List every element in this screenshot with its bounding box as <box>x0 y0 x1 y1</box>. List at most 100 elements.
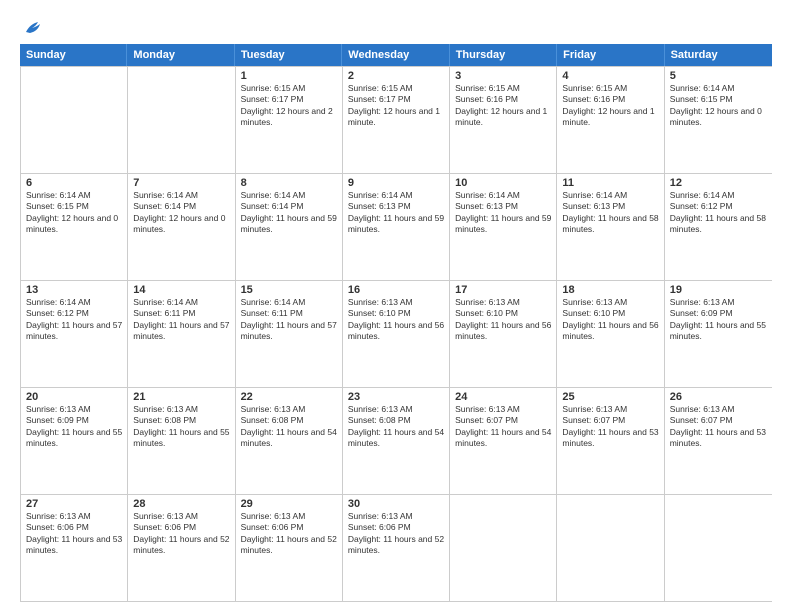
day-number: 24 <box>455 391 551 403</box>
calendar-row: 1Sunrise: 6:15 AMSunset: 6:17 PMDaylight… <box>21 66 772 173</box>
calendar-cell: 9Sunrise: 6:14 AMSunset: 6:13 PMDaylight… <box>343 174 450 280</box>
sunset-text: Sunset: 6:17 PM <box>241 94 337 105</box>
day-number: 8 <box>241 177 337 189</box>
daylight-text: Daylight: 11 hours and 56 minutes. <box>348 320 444 343</box>
sunrise-text: Sunrise: 6:13 AM <box>26 511 122 522</box>
sunrise-text: Sunrise: 6:13 AM <box>562 404 658 415</box>
sunset-text: Sunset: 6:17 PM <box>348 94 444 105</box>
calendar-cell <box>21 67 128 173</box>
day-number: 19 <box>670 284 767 296</box>
calendar-cell: 19Sunrise: 6:13 AMSunset: 6:09 PMDayligh… <box>665 281 772 387</box>
sunrise-text: Sunrise: 6:13 AM <box>348 297 444 308</box>
daylight-text: Daylight: 11 hours and 53 minutes. <box>26 534 122 557</box>
sunset-text: Sunset: 6:06 PM <box>241 522 337 533</box>
calendar-cell: 6Sunrise: 6:14 AMSunset: 6:15 PMDaylight… <box>21 174 128 280</box>
sunset-text: Sunset: 6:13 PM <box>348 201 444 212</box>
sunset-text: Sunset: 6:11 PM <box>241 308 337 319</box>
daylight-text: Daylight: 12 hours and 2 minutes. <box>241 106 337 129</box>
calendar-cell: 21Sunrise: 6:13 AMSunset: 6:08 PMDayligh… <box>128 388 235 494</box>
daylight-text: Daylight: 12 hours and 1 minute. <box>348 106 444 129</box>
calendar-body: 1Sunrise: 6:15 AMSunset: 6:17 PMDaylight… <box>20 66 772 602</box>
calendar-cell <box>665 495 772 601</box>
daylight-text: Daylight: 12 hours and 0 minutes. <box>670 106 767 129</box>
calendar-cell: 7Sunrise: 6:14 AMSunset: 6:14 PMDaylight… <box>128 174 235 280</box>
calendar-row: 6Sunrise: 6:14 AMSunset: 6:15 PMDaylight… <box>21 173 772 280</box>
calendar-cell <box>450 495 557 601</box>
day-number: 9 <box>348 177 444 189</box>
sunrise-text: Sunrise: 6:14 AM <box>241 190 337 201</box>
daylight-text: Daylight: 12 hours and 0 minutes. <box>26 213 122 236</box>
daylight-text: Daylight: 11 hours and 54 minutes. <box>241 427 337 450</box>
day-number: 20 <box>26 391 122 403</box>
calendar-cell: 13Sunrise: 6:14 AMSunset: 6:12 PMDayligh… <box>21 281 128 387</box>
calendar-cell: 10Sunrise: 6:14 AMSunset: 6:13 PMDayligh… <box>450 174 557 280</box>
sunset-text: Sunset: 6:15 PM <box>670 94 767 105</box>
daylight-text: Daylight: 12 hours and 1 minute. <box>455 106 551 129</box>
sunrise-text: Sunrise: 6:13 AM <box>133 404 229 415</box>
daylight-text: Daylight: 11 hours and 57 minutes. <box>26 320 122 343</box>
calendar-cell: 2Sunrise: 6:15 AMSunset: 6:17 PMDaylight… <box>343 67 450 173</box>
calendar-cell: 26Sunrise: 6:13 AMSunset: 6:07 PMDayligh… <box>665 388 772 494</box>
calendar-cell: 30Sunrise: 6:13 AMSunset: 6:06 PMDayligh… <box>343 495 450 601</box>
sunset-text: Sunset: 6:07 PM <box>455 415 551 426</box>
sunset-text: Sunset: 6:07 PM <box>562 415 658 426</box>
sunrise-text: Sunrise: 6:15 AM <box>348 83 444 94</box>
sunset-text: Sunset: 6:10 PM <box>455 308 551 319</box>
day-number: 26 <box>670 391 767 403</box>
day-of-week-header: Friday <box>557 44 664 66</box>
sunset-text: Sunset: 6:10 PM <box>348 308 444 319</box>
sunset-text: Sunset: 6:13 PM <box>455 201 551 212</box>
daylight-text: Daylight: 11 hours and 58 minutes. <box>562 213 658 236</box>
logo <box>20 18 44 36</box>
sunrise-text: Sunrise: 6:14 AM <box>133 297 229 308</box>
day-of-week-header: Thursday <box>450 44 557 66</box>
day-number: 28 <box>133 498 229 510</box>
daylight-text: Daylight: 11 hours and 55 minutes. <box>133 427 229 450</box>
calendar-cell: 5Sunrise: 6:14 AMSunset: 6:15 PMDaylight… <box>665 67 772 173</box>
daylight-text: Daylight: 11 hours and 52 minutes. <box>348 534 444 557</box>
sunset-text: Sunset: 6:13 PM <box>562 201 658 212</box>
page: SundayMondayTuesdayWednesdayThursdayFrid… <box>0 0 792 612</box>
sunset-text: Sunset: 6:07 PM <box>670 415 767 426</box>
calendar-cell: 23Sunrise: 6:13 AMSunset: 6:08 PMDayligh… <box>343 388 450 494</box>
calendar-cell: 24Sunrise: 6:13 AMSunset: 6:07 PMDayligh… <box>450 388 557 494</box>
day-of-week-header: Wednesday <box>342 44 449 66</box>
sunrise-text: Sunrise: 6:14 AM <box>455 190 551 201</box>
daylight-text: Daylight: 11 hours and 56 minutes. <box>562 320 658 343</box>
daylight-text: Daylight: 11 hours and 54 minutes. <box>455 427 551 450</box>
sunset-text: Sunset: 6:14 PM <box>241 201 337 212</box>
day-number: 12 <box>670 177 767 189</box>
calendar: SundayMondayTuesdayWednesdayThursdayFrid… <box>20 44 772 602</box>
day-number: 10 <box>455 177 551 189</box>
sunrise-text: Sunrise: 6:15 AM <box>455 83 551 94</box>
calendar-cell: 1Sunrise: 6:15 AMSunset: 6:17 PMDaylight… <box>236 67 343 173</box>
sunrise-text: Sunrise: 6:13 AM <box>348 511 444 522</box>
calendar-cell: 3Sunrise: 6:15 AMSunset: 6:16 PMDaylight… <box>450 67 557 173</box>
day-number: 18 <box>562 284 658 296</box>
day-number: 2 <box>348 70 444 82</box>
daylight-text: Daylight: 11 hours and 52 minutes. <box>241 534 337 557</box>
calendar-cell: 14Sunrise: 6:14 AMSunset: 6:11 PMDayligh… <box>128 281 235 387</box>
sunset-text: Sunset: 6:11 PM <box>133 308 229 319</box>
daylight-text: Daylight: 11 hours and 53 minutes. <box>562 427 658 450</box>
daylight-text: Daylight: 12 hours and 0 minutes. <box>133 213 229 236</box>
day-number: 1 <box>241 70 337 82</box>
day-number: 23 <box>348 391 444 403</box>
sunrise-text: Sunrise: 6:14 AM <box>241 297 337 308</box>
sunrise-text: Sunrise: 6:13 AM <box>455 297 551 308</box>
day-number: 21 <box>133 391 229 403</box>
calendar-cell: 27Sunrise: 6:13 AMSunset: 6:06 PMDayligh… <box>21 495 128 601</box>
sunset-text: Sunset: 6:08 PM <box>348 415 444 426</box>
sunset-text: Sunset: 6:15 PM <box>26 201 122 212</box>
sunrise-text: Sunrise: 6:13 AM <box>241 404 337 415</box>
calendar-cell: 29Sunrise: 6:13 AMSunset: 6:06 PMDayligh… <box>236 495 343 601</box>
day-of-week-header: Sunday <box>20 44 127 66</box>
header <box>20 18 772 36</box>
day-number: 4 <box>562 70 658 82</box>
sunrise-text: Sunrise: 6:13 AM <box>562 297 658 308</box>
sunrise-text: Sunrise: 6:13 AM <box>670 404 767 415</box>
calendar-cell: 22Sunrise: 6:13 AMSunset: 6:08 PMDayligh… <box>236 388 343 494</box>
sunset-text: Sunset: 6:06 PM <box>348 522 444 533</box>
daylight-text: Daylight: 11 hours and 57 minutes. <box>241 320 337 343</box>
calendar-cell <box>128 67 235 173</box>
